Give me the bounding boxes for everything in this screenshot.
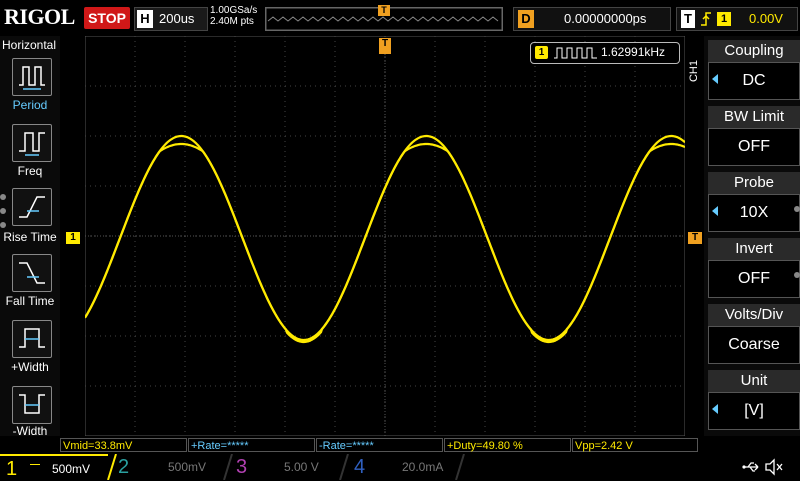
frequency-counter: 1 1.62991kHz <box>530 42 680 64</box>
coupling-value: DC <box>708 62 800 100</box>
bw-limit-title: BW Limit <box>708 106 800 128</box>
period-icon <box>19 66 45 90</box>
pos-width-icon <box>19 328 45 348</box>
channel-status-bar: 1 500mV 2 500mV 3 5.00 V 4 20.0mA <box>0 454 800 480</box>
channel-bar-dividers <box>107 454 465 480</box>
run-stop-status[interactable]: STOP <box>84 7 130 29</box>
period-button[interactable] <box>12 58 52 96</box>
bw-limit-softkey[interactable]: BW Limit OFF <box>708 106 800 168</box>
memory-depth: 2.40M pts <box>210 16 254 27</box>
rise-time-icon <box>19 196 45 218</box>
delay-box[interactable]: D 0.00000000ps <box>513 7 671 31</box>
rising-edge-icon <box>699 10 713 31</box>
trigger-level-marker[interactable]: T <box>688 232 702 244</box>
graticule <box>84 35 686 437</box>
timebase-box[interactable]: H 200us <box>134 7 208 31</box>
scroll-dot-icon <box>794 272 800 278</box>
scroll-dot-icon <box>0 222 6 228</box>
sample-info: 1.00GSa/s 2.40M pts <box>210 5 257 27</box>
probe-value: 10X <box>708 194 800 232</box>
unit-title: Unit <box>708 370 800 392</box>
scroll-dot-icon <box>0 194 6 200</box>
fall-time-button[interactable] <box>12 254 52 292</box>
channel-menu: Coupling DC BW Limit OFF Probe 10X Inver… <box>704 36 800 436</box>
select-arrow-icon <box>712 74 718 84</box>
freq-button[interactable] <box>12 124 52 162</box>
frequency-value: 1.62991kHz <box>601 45 666 59</box>
trigger-level-value: 0.00V <box>749 11 783 26</box>
fall-time-label: Fall Time <box>5 294 55 308</box>
coupling-softkey[interactable]: Coupling DC <box>708 40 800 102</box>
menu-title: Horizontal <box>2 38 57 52</box>
coupling-title: Coupling <box>708 40 800 62</box>
trigger-source-channel: 1 <box>717 12 731 26</box>
measurement-neg-rate[interactable]: -Rate=***** <box>316 438 443 452</box>
delay-letter: D <box>518 10 534 28</box>
unit-value: [V] <box>708 392 800 430</box>
trigger-position-marker[interactable]: T <box>378 5 390 16</box>
freq-label: Freq <box>17 164 43 178</box>
memory-overview-strip: T <box>265 5 503 31</box>
scroll-dot-icon <box>0 208 6 214</box>
volts-div-value: Coarse <box>708 326 800 364</box>
rise-time-button[interactable] <box>12 188 52 226</box>
fall-time-icon <box>19 262 45 284</box>
timebase-value: 200us <box>159 11 195 26</box>
top-status-bar: RIGOL STOP H 200us 1.00GSa/s 2.40M pts T… <box>0 0 800 36</box>
trigger-time-marker[interactable]: T <box>379 38 391 54</box>
invert-value: OFF <box>708 260 800 298</box>
channel-tag: CH1 <box>688 60 700 83</box>
volts-div-title: Volts/Div <box>708 304 800 326</box>
neg-width-icon <box>19 394 45 414</box>
rise-time-label: Rise Time <box>3 230 57 244</box>
horizontal-measure-menu: Horizontal Period Freq Rise Time Fall Ti… <box>0 36 60 438</box>
speaker-muted-icon[interactable] <box>764 458 784 481</box>
pos-width-label: +Width <box>11 360 49 374</box>
freq-icon <box>19 132 45 156</box>
square-wave-icon <box>554 47 597 59</box>
period-label: Period <box>12 98 48 112</box>
select-arrow-icon <box>712 206 718 216</box>
probe-title: Probe <box>708 172 800 194</box>
pos-width-button[interactable] <box>12 320 52 358</box>
freq-channel: 1 <box>535 46 548 59</box>
scroll-dot-icon <box>794 206 800 212</box>
neg-width-label: -Width <box>12 424 48 438</box>
select-arrow-icon <box>712 404 718 414</box>
invert-softkey[interactable]: Invert OFF <box>708 238 800 300</box>
probe-softkey[interactable]: Probe 10X <box>708 172 800 234</box>
timebase-letter: H <box>137 10 153 28</box>
delay-value: 0.00000000ps <box>564 11 647 26</box>
invert-title: Invert <box>708 238 800 260</box>
trigger-letter: T <box>681 10 695 28</box>
usb-icon <box>742 460 762 479</box>
rigol-logo: RIGOL <box>4 4 75 29</box>
measurement-vmid[interactable]: Vmid=33.8mV <box>60 438 187 452</box>
neg-width-button[interactable] <box>12 386 52 424</box>
waveform-display[interactable] <box>84 35 686 437</box>
trigger-box[interactable]: T 1 0.00V <box>676 7 798 31</box>
sample-rate: 1.00GSa/s <box>210 5 258 16</box>
ch1-offset-marker[interactable]: 1 <box>66 232 80 244</box>
bw-limit-value: OFF <box>708 128 800 166</box>
measurement-duty[interactable]: +Duty=49.80 % <box>444 438 571 452</box>
unit-softkey[interactable]: Unit [V] <box>708 370 800 432</box>
volts-div-softkey[interactable]: Volts/Div Coarse <box>708 304 800 366</box>
measurement-pos-rate[interactable]: +Rate=***** <box>188 438 315 452</box>
measurement-vpp[interactable]: Vpp=2.42 V <box>572 438 698 452</box>
